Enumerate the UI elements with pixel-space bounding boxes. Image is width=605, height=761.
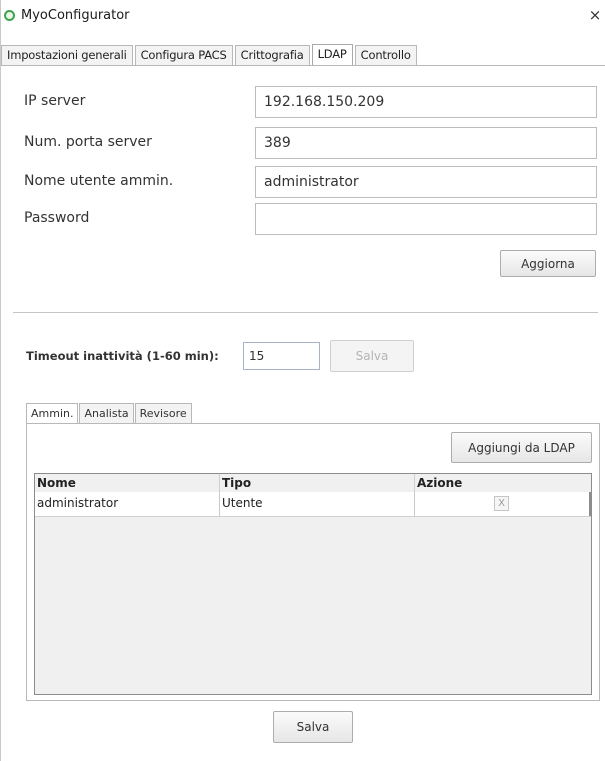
app-logo-icon: [4, 10, 15, 21]
tab-reviewer[interactable]: Revisore: [134, 403, 192, 423]
tab-general-settings[interactable]: Impostazioni generali: [1, 45, 133, 65]
window-title: MyoConfigurator: [21, 8, 130, 23]
port-label: Num. porta server: [24, 134, 152, 150]
admin-user-row: Nome utente ammin.: [24, 166, 597, 199]
section-divider: [13, 312, 598, 313]
tab-divider: [1, 65, 605, 66]
ip-server-input[interactable]: [255, 86, 597, 118]
save-button[interactable]: Salva: [273, 711, 353, 743]
port-input[interactable]: [255, 127, 597, 159]
title-bar: MyoConfigurator ×: [1, 0, 605, 38]
password-input[interactable]: [255, 203, 597, 235]
close-icon[interactable]: ×: [586, 6, 604, 24]
timeout-save-button[interactable]: Salva: [330, 340, 414, 372]
role-tab-strip: Ammin. Analista Revisore: [26, 403, 193, 423]
main-window: MyoConfigurator × Impostazioni generali …: [0, 0, 605, 761]
delete-x-icon[interactable]: X: [494, 496, 509, 511]
tab-encryption[interactable]: Crittografia: [234, 45, 310, 65]
timeout-label: Timeout inattività (1-60 min):: [26, 349, 219, 363]
tab-configure-pacs[interactable]: Configura PACS: [134, 45, 233, 65]
cell-type: Utente: [220, 492, 415, 516]
tab-ldap[interactable]: LDAP: [311, 44, 353, 66]
timeout-input[interactable]: [243, 342, 320, 370]
password-label: Password: [24, 210, 90, 226]
admin-user-label: Nome utente ammin.: [24, 173, 174, 189]
tab-admin[interactable]: Ammin.: [26, 403, 79, 423]
role-panel: Aggiungi da LDAP Nome Tipo Azione admini…: [26, 423, 600, 701]
cell-action: X: [415, 492, 591, 516]
ip-server-row: IP server: [24, 86, 597, 119]
password-row: Password: [24, 203, 597, 236]
column-header-action[interactable]: Azione: [415, 474, 591, 492]
tab-audit[interactable]: Controllo: [354, 45, 417, 65]
column-header-type[interactable]: Tipo: [220, 474, 415, 492]
column-header-name[interactable]: Nome: [35, 474, 220, 492]
main-tab-strip: Impostazioni generali Configura PACS Cri…: [1, 44, 419, 66]
cell-name: administrator: [35, 492, 220, 516]
tab-analyst[interactable]: Analista: [79, 403, 134, 423]
table-row[interactable]: administrator Utente X: [35, 492, 591, 517]
users-grid: Nome Tipo Azione administrator Utente X: [34, 473, 592, 695]
update-button[interactable]: Aggiorna: [500, 250, 596, 277]
ip-server-label: IP server: [24, 93, 86, 109]
admin-user-input[interactable]: [255, 166, 597, 198]
port-row: Num. porta server: [24, 127, 597, 160]
grid-header: Nome Tipo Azione: [35, 474, 591, 492]
add-from-ldap-button[interactable]: Aggiungi da LDAP: [451, 432, 592, 463]
